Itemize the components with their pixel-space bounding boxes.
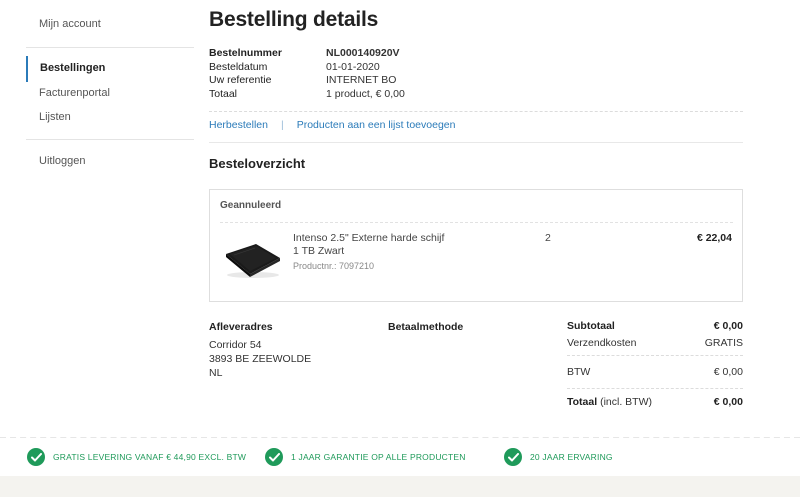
sidebar-divider [26,139,194,140]
meta-value: 1 product, € 0,00 [326,87,405,100]
btw-row: BTW € 0,00 [567,366,743,378]
meta-label: Totaal [209,87,238,100]
order-meta: Bestelnummer NL000140920V Besteldatum 01… [209,47,405,101]
sidebar-divider [26,47,194,48]
total-value: € 0,00 [713,396,743,408]
order-status: Geannuleerd [220,200,282,211]
meta-row-reference: Uw referentie INTERNET BO [209,74,405,88]
page-title: Bestelling details [209,8,379,31]
payment-method-title: Betaalmethode [388,321,464,333]
shipping-value: GRATIS [704,337,743,349]
address-line: Corridor 54 [209,339,262,351]
action-separator: | [280,119,284,131]
product-number: Productnr.: 7097210 [293,261,375,271]
usp-text: GRATIS LEVERING VANAF € 44,90 EXCL. BTW [53,452,247,462]
product-name-line: 1 TB Zwart [293,245,345,257]
meta-row-order-number: Bestelnummer NL000140920V [209,47,405,61]
divider [220,222,733,223]
product-name[interactable]: Intenso 2.5" Externe harde schijf 1 TB Z… [293,232,463,258]
subtotal-row: Subtotaal € 0,00 [567,320,743,332]
address-line: NL [209,367,223,379]
check-icon [27,448,45,466]
subtotal-value: € 0,00 [713,320,743,332]
delivery-address-title: Afleveradres [209,321,273,333]
product-name-line: Intenso 2.5" Externe harde schijf [293,232,445,244]
meta-label: Uw referentie [209,74,272,86]
usp-text: 20 JAAR ERVARING [530,452,613,462]
total-label-suffix: (incl. BTW) [600,396,652,408]
btw-label: BTW [567,366,591,378]
footer-band [0,476,800,497]
total-label-text: Totaal [567,396,598,408]
sidebar-item-account[interactable]: Mijn account [39,18,101,30]
check-icon [504,448,522,466]
sidebar-item-invoices[interactable]: Facturenportal [39,87,110,99]
meta-row-total: Totaal 1 product, € 0,00 [209,88,405,102]
overview-title: Besteloverzicht [209,156,306,171]
usp-item: 20 JAAR ERVARING [504,448,613,466]
delivery-address: Corridor 54 3893 BE ZEEWOLDE NL [209,338,311,380]
order-item-box: Geannuleerd Intenso 2.5" Externe harde s… [209,189,743,302]
usp-text: 1 JAAR GARANTIE OP ALLE PRODUCTEN [291,452,466,462]
divider [209,142,743,143]
meta-value: NL000140920V [326,47,400,59]
meta-value: INTERNET BO [326,74,397,86]
usp-bar: GRATIS LEVERING VANAF € 44,90 EXCL. BTW … [0,438,800,476]
sidebar-active-indicator [26,56,28,82]
product-quantity: 2 [545,232,551,244]
meta-label: Bestelnummer [209,47,282,59]
add-to-list-link[interactable]: Producten aan een lijst toevoegen [297,119,456,131]
order-actions: Herbestellen | Producten aan een lijst t… [209,119,455,131]
subtotal-label: Subtotaal [567,320,615,332]
divider [567,388,743,389]
meta-label: Besteldatum [209,60,268,73]
check-icon [265,448,283,466]
sidebar-item-lists[interactable]: Lijsten [39,111,71,123]
divider [209,111,743,112]
address-line: 3893 BE ZEEWOLDE [209,353,312,365]
total-label: Totaal (incl. BTW) [567,396,652,408]
meta-value: 01-01-2020 [326,60,380,73]
shipping-label: Verzendkosten [567,337,637,349]
product-price: € 22,04 [696,232,732,244]
btw-value: € 0,00 [713,366,743,378]
shipping-row: Verzendkosten GRATIS [567,337,743,349]
usp-item: GRATIS LEVERING VANAF € 44,90 EXCL. BTW [27,448,246,466]
divider [567,355,743,356]
sidebar-item-orders[interactable]: Bestellingen [40,62,105,74]
meta-row-order-date: Besteldatum 01-01-2020 [209,61,405,75]
reorder-link[interactable]: Herbestellen [209,119,268,131]
usp-item: 1 JAAR GARANTIE OP ALLE PRODUCTEN [265,448,466,466]
product-image[interactable] [222,240,282,280]
total-row: Totaal (incl. BTW) € 0,00 [567,396,743,408]
sidebar-item-logout[interactable]: Uitloggen [39,155,85,167]
